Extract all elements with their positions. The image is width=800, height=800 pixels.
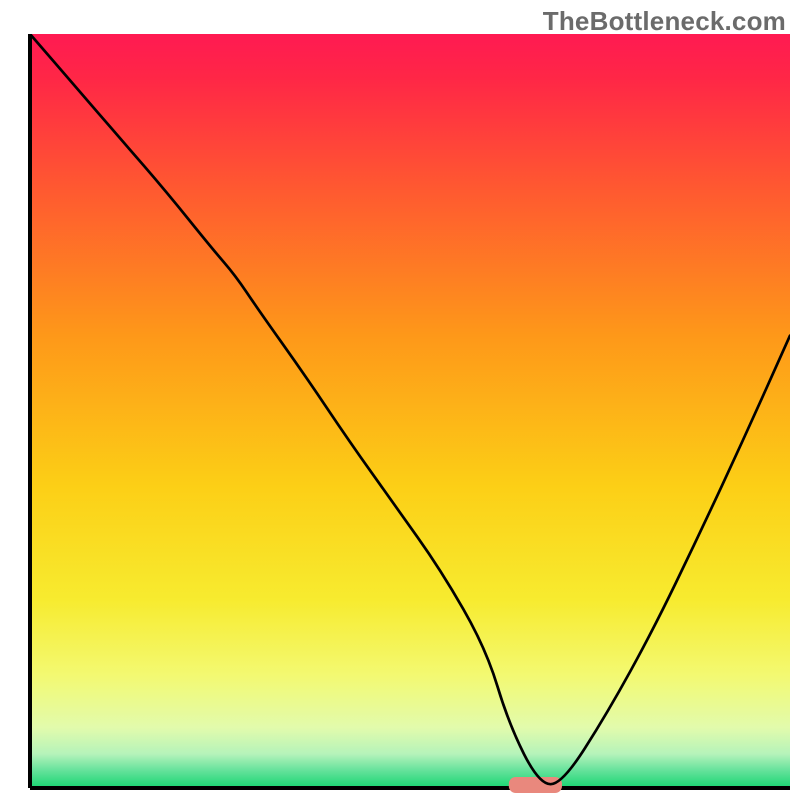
gradient-background xyxy=(30,34,790,788)
optimal-marker xyxy=(509,777,562,793)
chart-stage: TheBottleneck.com xyxy=(0,0,800,800)
bottleneck-chart xyxy=(0,0,800,800)
watermark-text: TheBottleneck.com xyxy=(543,6,786,37)
